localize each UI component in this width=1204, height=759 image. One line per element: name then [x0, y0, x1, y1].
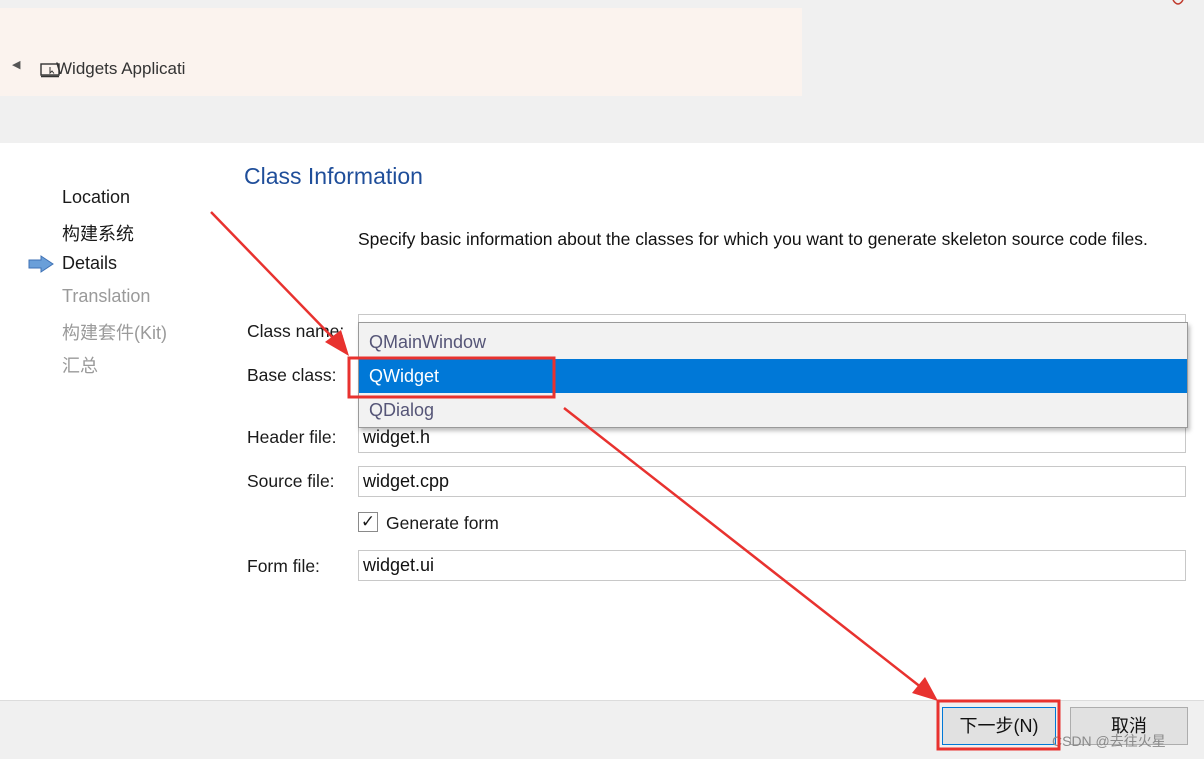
base-class-dropdown[interactable]: QMainWindow QWidget QDialog — [358, 322, 1188, 428]
class-name-label: Class name: — [247, 321, 345, 341]
form-file-label: Form file: — [247, 556, 320, 576]
page-description: Specify basic information about the clas… — [358, 229, 1148, 249]
base-class-label: Base class: — [247, 365, 337, 385]
option-qmainwindow[interactable]: QMainWindow — [359, 325, 1187, 359]
next-button[interactable]: 下一步(N) — [942, 707, 1056, 745]
generate-form-label[interactable]: Generate form — [386, 513, 499, 534]
close-icon[interactable] — [1172, 0, 1184, 6]
breadcrumb-bar — [0, 8, 802, 96]
step-translation: Translation — [62, 286, 151, 306]
step-summary: 汇总 — [62, 356, 98, 376]
watermark: CSDN @去往火星 — [1052, 733, 1166, 749]
source-file-label: Source file: — [247, 471, 335, 491]
source-file-input[interactable] — [358, 466, 1186, 497]
option-qwidget[interactable]: QWidget — [359, 359, 1187, 393]
option-qdialog[interactable]: QDialog — [359, 393, 1187, 427]
step-kits: 构建套件(Kit) — [62, 323, 167, 343]
page-title: Class Information — [244, 163, 423, 189]
current-step-arrow-icon — [28, 255, 54, 273]
annotation-arrowhead-2 — [912, 677, 938, 701]
breadcrumb-project-type[interactable]: Widgets Applicati — [56, 59, 185, 79]
header-file-label: Header file: — [247, 427, 337, 447]
step-location: Location — [62, 187, 131, 207]
step-details: Details — [62, 253, 118, 273]
form-file-input[interactable] — [358, 550, 1186, 581]
step-build-system: 构建系统 — [62, 224, 134, 244]
generate-form-checkbox[interactable]: ✓ — [358, 512, 378, 532]
back-chevron-icon[interactable]: ◀ — [12, 58, 20, 71]
